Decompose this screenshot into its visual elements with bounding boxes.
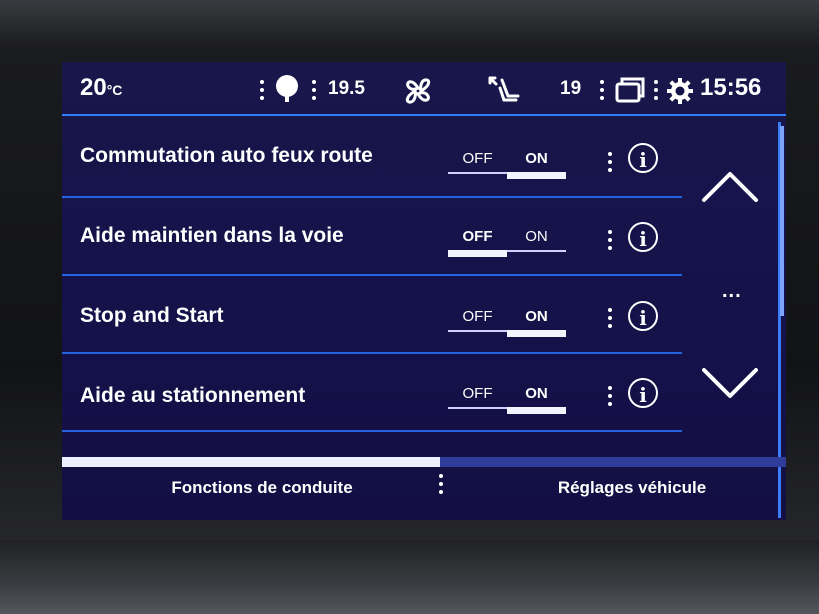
status-separator (654, 80, 658, 104)
toggle-on-option[interactable]: ON (507, 228, 566, 245)
setting-label: Aide maintien dans la voie (80, 224, 344, 247)
seat-airflow-icon[interactable] (486, 74, 522, 106)
info-icon[interactable]: i (628, 301, 658, 331)
clock-time: 15:56 (700, 74, 762, 101)
toggle-on-option[interactable]: ON (507, 385, 566, 402)
row-separator (608, 152, 612, 176)
toggle-on-option[interactable]: ON (507, 308, 566, 325)
chevron-up-icon[interactable] (700, 166, 760, 206)
setting-label: Commutation auto feux route (80, 144, 373, 167)
toggle-active-bar (507, 172, 566, 179)
toggle-on-option[interactable]: ON (507, 150, 566, 167)
tab-indicator-active (62, 457, 440, 467)
chevron-down-icon[interactable] (700, 364, 760, 404)
tab-driving-functions[interactable]: Fonctions de conduite (112, 478, 412, 498)
toggle-active-bar (507, 407, 566, 414)
temperature-unit: °C (106, 82, 123, 98)
driver-temperature-value: 20 (80, 74, 107, 101)
setting-label: Stop and Start (80, 304, 224, 327)
on-off-toggle[interactable]: OFF ON (448, 150, 566, 190)
status-separator (600, 80, 604, 104)
setting-row-auto-high-beam: Commutation auto feux route OFF ON i (62, 118, 682, 198)
on-off-toggle[interactable]: OFF ON (448, 228, 566, 268)
tab-separator (439, 474, 443, 498)
scrollbar-thumb[interactable] (780, 126, 784, 316)
dashboard-trim (0, 540, 819, 614)
row-separator (608, 308, 612, 332)
recirculation-icon[interactable] (614, 76, 646, 104)
toggle-off-option[interactable]: OFF (448, 228, 507, 245)
row-divider (62, 430, 682, 432)
row-separator (608, 230, 612, 254)
toggle-active-bar (507, 330, 566, 337)
info-icon[interactable]: i (628, 378, 658, 408)
more-indicator: ... (722, 280, 742, 302)
climate-temperature-value[interactable]: 19.5 (328, 78, 365, 100)
toggle-off-option[interactable]: OFF (448, 308, 507, 325)
on-off-toggle[interactable]: OFF ON (448, 385, 566, 425)
info-icon[interactable]: i (628, 143, 658, 173)
status-separator (260, 80, 264, 104)
status-separator (312, 80, 316, 104)
setting-row-lane-keeping: Aide maintien dans la voie OFF ON i (62, 198, 682, 278)
status-bar: 20°C 19.5 19 15:56 (62, 62, 786, 114)
row-separator (608, 386, 612, 410)
toggle-active-bar (448, 250, 507, 257)
setting-row-park-assist: Aide au stationnement OFF ON i (62, 354, 682, 434)
climate-dot-icon[interactable] (274, 74, 300, 104)
toggle-off-option[interactable]: OFF (448, 385, 507, 402)
on-off-toggle[interactable]: OFF ON (448, 308, 566, 348)
setting-row-stop-start: Stop and Start OFF ON i (62, 276, 682, 356)
gear-icon[interactable] (666, 77, 694, 105)
setting-label: Aide au stationnement (80, 384, 306, 407)
status-divider (62, 114, 786, 116)
infotainment-screen: 20°C 19.5 19 15:56 Commutation auto feux… (62, 62, 786, 520)
info-icon[interactable]: i (628, 222, 658, 252)
driver-temperature[interactable]: 20°C (80, 74, 122, 102)
tab-vehicle-settings[interactable]: Réglages véhicule (482, 478, 782, 498)
passenger-temperature-value[interactable]: 19 (560, 78, 581, 100)
fan-icon[interactable] (402, 76, 434, 106)
toggle-off-option[interactable]: OFF (448, 150, 507, 167)
